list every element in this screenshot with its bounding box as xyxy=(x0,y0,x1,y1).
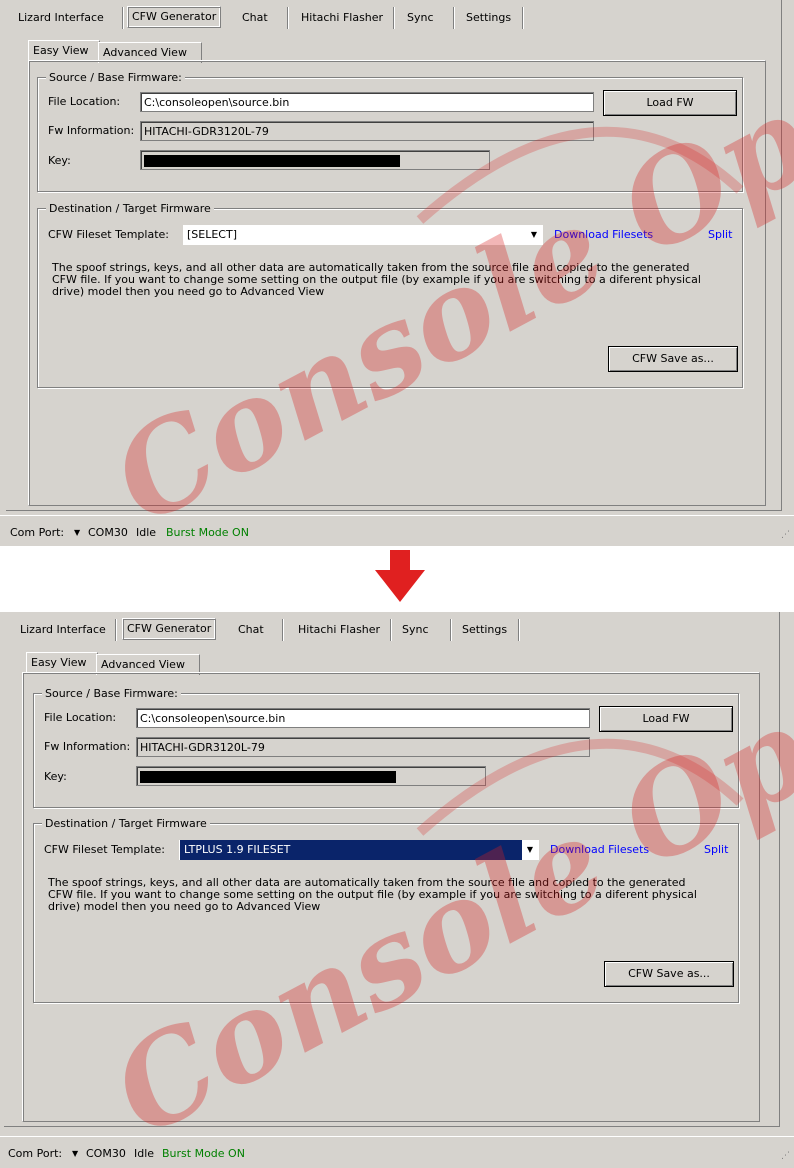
template-select[interactable]: [SELECT] ▼ xyxy=(183,225,543,245)
template-select-value: LTPLUS 1.9 FILESET xyxy=(180,840,522,860)
subtab-easy-view[interactable]: Easy View xyxy=(26,652,98,673)
split-link[interactable]: Split xyxy=(708,228,732,241)
template-select-value: [SELECT] xyxy=(187,228,237,241)
template-label: CFW Fileset Template: xyxy=(44,843,165,856)
file-location-input[interactable]: C:\consoleopen\source.bin xyxy=(140,92,594,112)
tab-separator xyxy=(518,619,519,641)
burst-mode-status: Burst Mode ON xyxy=(162,1147,245,1160)
status-idle: Idle xyxy=(134,1147,155,1160)
status-bar: Com Port: ▼ COM30 Idle Burst Mode ON ⋰ xyxy=(0,515,794,546)
tab-separator xyxy=(282,619,283,641)
destination-group: Destination / Target Firmware CFW Filese… xyxy=(33,817,739,1003)
source-group: Source / Base Firmware: File Location: C… xyxy=(33,687,739,808)
tab-sync[interactable]: Sync xyxy=(403,8,438,28)
tab-content: Source / Base Firmware: File Location: C… xyxy=(28,60,766,506)
status-idle: Idle xyxy=(136,526,157,539)
tab-separator xyxy=(453,7,454,29)
cfw-save-as-button[interactable]: CFW Save as... xyxy=(604,961,734,987)
key-field xyxy=(140,150,490,170)
key-field xyxy=(136,766,486,786)
source-group-legend: Source / Base Firmware: xyxy=(42,687,181,700)
resize-grip-icon[interactable]: ⋰ xyxy=(781,530,790,540)
chevron-down-icon[interactable]: ▼ xyxy=(525,225,543,245)
destination-group: Destination / Target Firmware CFW Filese… xyxy=(37,202,743,388)
tab-sync[interactable]: Sync xyxy=(398,620,433,640)
key-label: Key: xyxy=(44,770,67,783)
com-port-label: Com Port: xyxy=(10,526,65,539)
file-location-label: File Location: xyxy=(48,95,121,108)
tab-settings[interactable]: Settings xyxy=(458,620,511,640)
main-panel: Lizard Interface CFW Generator Chat Hita… xyxy=(4,612,780,1127)
description-text: The spoof strings, keys, and all other d… xyxy=(48,876,697,913)
tab-separator xyxy=(450,619,451,641)
fw-info-label: Fw Information: xyxy=(44,740,131,753)
tab-cfw-generator[interactable]: CFW Generator xyxy=(127,6,222,28)
split-link[interactable]: Split xyxy=(704,843,728,856)
tab-lizard-interface[interactable]: Lizard Interface xyxy=(14,8,108,28)
cfw-save-as-button[interactable]: CFW Save as... xyxy=(608,346,738,372)
source-group-legend: Source / Base Firmware: xyxy=(46,71,185,84)
subtab-easy-view[interactable]: Easy View xyxy=(28,40,100,61)
key-label: Key: xyxy=(48,154,71,167)
download-filesets-link[interactable]: Download Filesets xyxy=(554,228,653,241)
file-location-input[interactable]: C:\consoleopen\source.bin xyxy=(136,708,590,728)
com-port-value[interactable]: COM30 xyxy=(88,526,128,539)
tab-chat[interactable]: Chat xyxy=(234,620,268,640)
chevron-down-icon[interactable]: ▼ xyxy=(521,840,539,860)
tab-cfw-generator[interactable]: CFW Generator xyxy=(122,618,217,640)
tab-separator xyxy=(115,619,116,641)
tab-separator xyxy=(122,7,123,29)
load-fw-button[interactable]: Load FW xyxy=(603,90,737,116)
com-port-dropdown-icon[interactable]: ▼ xyxy=(72,1149,78,1158)
tab-separator xyxy=(287,7,288,29)
screenshot-before: Lizard Interface CFW Generator Chat Hita… xyxy=(0,0,794,546)
load-fw-button[interactable]: Load FW xyxy=(599,706,733,732)
tab-hitachi-flasher[interactable]: Hitachi Flasher xyxy=(297,8,387,28)
fw-info-field: HITACHI-GDR3120L-79 xyxy=(136,737,590,757)
fw-info-field: HITACHI-GDR3120L-79 xyxy=(140,121,594,141)
template-select[interactable]: LTPLUS 1.9 FILESET ▼ xyxy=(179,840,539,860)
destination-group-legend: Destination / Target Firmware xyxy=(42,817,210,830)
resize-grip-icon[interactable]: ⋰ xyxy=(781,1151,790,1161)
tab-hitachi-flasher[interactable]: Hitachi Flasher xyxy=(294,620,384,640)
screenshot-after: Lizard Interface CFW Generator Chat Hita… xyxy=(0,612,794,1168)
top-tab-bar: Lizard Interface CFW Generator Chat Hita… xyxy=(4,612,524,644)
destination-group-legend: Destination / Target Firmware xyxy=(46,202,214,215)
tab-chat[interactable]: Chat xyxy=(238,8,272,28)
key-redaction-bar xyxy=(140,771,396,783)
key-redaction-bar xyxy=(144,155,400,167)
burst-mode-status: Burst Mode ON xyxy=(166,526,249,539)
com-port-dropdown-icon[interactable]: ▼ xyxy=(74,528,80,537)
tab-separator xyxy=(522,7,523,29)
download-filesets-link[interactable]: Download Filesets xyxy=(550,843,649,856)
source-group: Source / Base Firmware: File Location: C… xyxy=(37,71,743,192)
tab-separator xyxy=(390,619,391,641)
description-text: The spoof strings, keys, and all other d… xyxy=(52,261,701,298)
com-port-value[interactable]: COM30 xyxy=(86,1147,126,1160)
main-panel: Lizard Interface CFW Generator Chat Hita… xyxy=(6,0,782,511)
top-tab-bar: Lizard Interface CFW Generator Chat Hita… xyxy=(6,0,526,32)
tab-separator xyxy=(393,7,394,29)
file-location-label: File Location: xyxy=(44,711,117,724)
status-bar: Com Port: ▼ COM30 Idle Burst Mode ON ⋰ xyxy=(0,1136,794,1167)
tab-settings[interactable]: Settings xyxy=(462,8,515,28)
template-label: CFW Fileset Template: xyxy=(48,228,169,241)
tab-content: Source / Base Firmware: File Location: C… xyxy=(22,672,760,1122)
arrow-down-icon xyxy=(375,550,425,602)
com-port-label: Com Port: xyxy=(8,1147,63,1160)
fw-info-label: Fw Information: xyxy=(48,124,135,137)
tab-lizard-interface[interactable]: Lizard Interface xyxy=(16,620,110,640)
